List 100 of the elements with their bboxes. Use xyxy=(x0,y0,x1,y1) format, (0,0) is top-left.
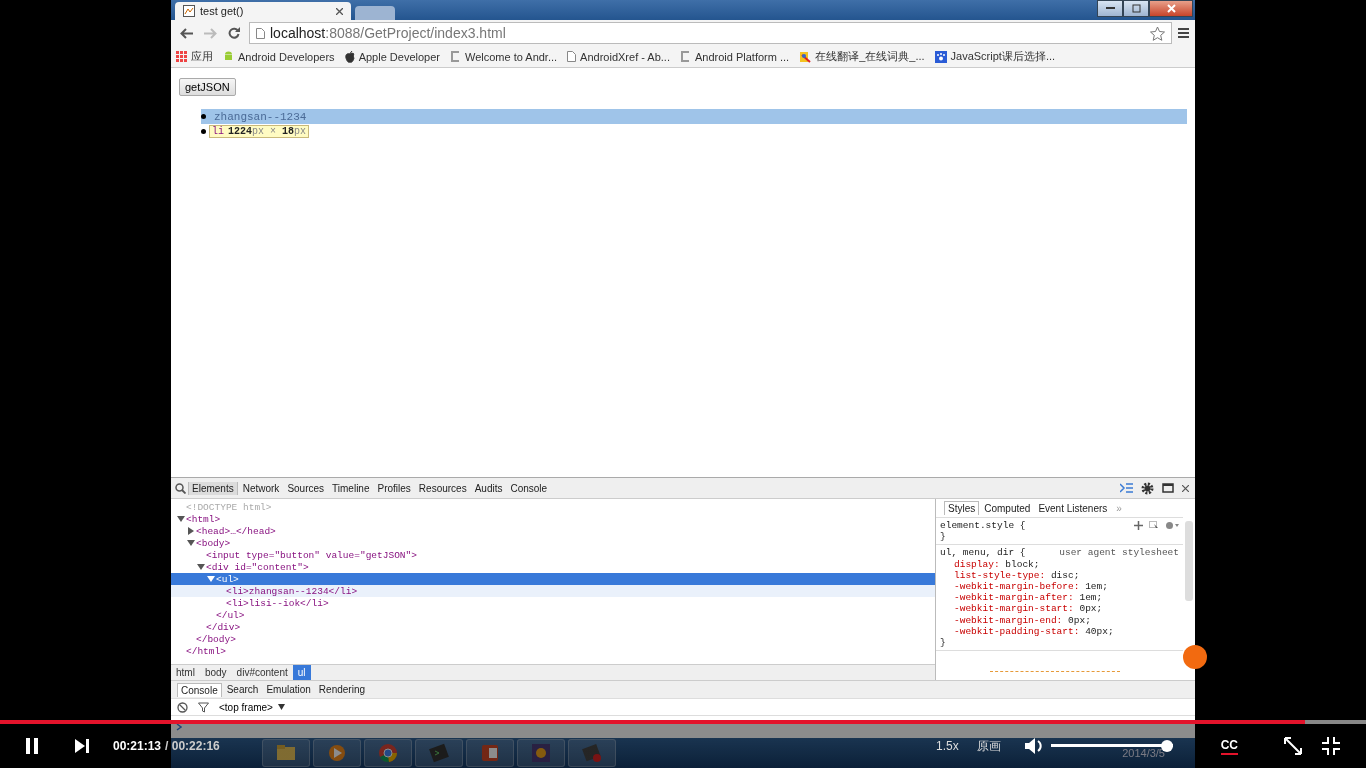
drawer-tab[interactable]: Emulation xyxy=(263,683,314,696)
styles-tab[interactable]: Event Listeners xyxy=(1035,501,1111,515)
dom-node-text: </body> xyxy=(196,633,236,645)
dom-tree-row[interactable]: <html> xyxy=(171,513,935,525)
browser-tab[interactable]: test get() xyxy=(175,2,351,20)
rule-close-brace: } xyxy=(940,531,947,543)
expanded-arrow-icon[interactable] xyxy=(197,563,205,571)
css-declaration: display: block; xyxy=(953,558,1041,570)
styles-tab[interactable]: Styles xyxy=(944,501,980,515)
devtools-tab[interactable]: Console xyxy=(507,481,551,495)
rule-origin: user agent stylesheet xyxy=(1059,547,1179,559)
scrollbar[interactable] xyxy=(1185,521,1193,601)
css-declaration: -webkit-padding-start: 40px; xyxy=(953,625,1115,638)
element-state-icon[interactable] xyxy=(1149,521,1159,531)
dom-tree-row[interactable]: <input type="button" value="getJSON"> xyxy=(171,549,935,561)
bookmark-icon xyxy=(680,51,691,62)
dom-node-text: <li>zhangsan--1234</li> xyxy=(226,585,358,597)
bookmark-link[interactable]: Welcome to Andr... xyxy=(464,50,558,63)
dock-icon[interactable] xyxy=(1162,482,1174,494)
clear-icon[interactable] xyxy=(177,701,188,713)
devtools-tab[interactable]: Elements xyxy=(188,481,238,495)
android-icon xyxy=(223,50,234,63)
css-selector: element.style { xyxy=(940,520,1026,532)
breadcrumb[interactable]: body xyxy=(199,665,232,680)
devtools-tab[interactable]: Sources xyxy=(284,481,328,495)
total-duration: / 00:22:16 xyxy=(165,739,220,753)
minimize-icon xyxy=(1105,7,1115,10)
dom-tree-row[interactable]: <div id="content"> xyxy=(171,561,935,573)
devtools-tab[interactable]: Timeline xyxy=(329,481,373,495)
css-declaration: -webkit-margin-before: 1em; xyxy=(953,581,1109,593)
captions-button[interactable]: CC xyxy=(1220,737,1238,755)
bookmark-icon xyxy=(449,51,461,62)
dom-tree-row[interactable]: <head>…</head> xyxy=(171,525,935,537)
dropdown-arrow-icon xyxy=(277,704,285,710)
css-declaration: -webkit-margin-start: 0px; xyxy=(953,603,1104,615)
menu-icon[interactable] xyxy=(1178,28,1189,38)
paw-icon xyxy=(934,50,947,63)
apple-icon xyxy=(344,50,355,63)
dom-node-text: </ul> xyxy=(216,609,245,621)
css-declaration: -webkit-margin-after: 1em; xyxy=(953,592,1104,604)
expanded-arrow-icon[interactable] xyxy=(187,539,195,547)
bookmark-link[interactable]: Android Developers xyxy=(238,50,335,63)
bookmark-link[interactable]: 应用 xyxy=(191,49,213,64)
drawer-tab[interactable]: Rendering xyxy=(315,683,368,696)
speed-button[interactable]: 1.5x xyxy=(935,739,959,753)
tag-name: li xyxy=(212,126,224,137)
page-icon xyxy=(567,51,577,62)
minimize-button[interactable] xyxy=(1097,0,1123,17)
styles-tab[interactable]: Computed xyxy=(981,501,1034,515)
bookmark-icon xyxy=(799,50,812,63)
dom-tree-row[interactable]: <body> xyxy=(171,537,935,549)
settings-icon[interactable] xyxy=(1141,481,1154,495)
css-declaration: list-style-type: disc; xyxy=(953,569,1081,581)
dom-tree-row[interactable]: <ul> xyxy=(171,573,935,585)
restore-icon xyxy=(1131,4,1141,13)
floating-button[interactable] xyxy=(1183,645,1207,669)
dom-node-text: </div> xyxy=(206,621,241,633)
dom-node-text: <ul> xyxy=(216,573,239,585)
close-icon[interactable] xyxy=(336,7,343,15)
star-icon[interactable] xyxy=(1150,25,1165,41)
get-json-button[interactable]: getJSON xyxy=(179,78,236,96)
drawer-tab[interactable]: Console xyxy=(177,682,222,697)
close-icon[interactable] xyxy=(1182,484,1189,492)
quality-button[interactable]: 原画 xyxy=(976,737,1001,755)
bookmark-link[interactable]: Android Platform ... xyxy=(695,50,790,63)
volume-icon[interactable] xyxy=(1022,735,1045,757)
search-icon[interactable] xyxy=(175,482,186,494)
expanded-arrow-icon[interactable] xyxy=(177,515,185,523)
bookmark-link[interactable]: Apple Developer xyxy=(358,50,440,63)
drawer-tab[interactable]: Search xyxy=(223,683,262,696)
devtools-tab[interactable]: Network xyxy=(239,481,283,495)
breadcrumb[interactable]: div#content xyxy=(231,665,293,680)
dom-tree-row[interactable]: <li>lisi--iok</li> xyxy=(171,597,935,609)
breadcrumb[interactable]: ul xyxy=(292,665,311,680)
page-favicon-icon xyxy=(183,5,195,17)
expand-icon[interactable] xyxy=(1282,735,1304,757)
devtools-tab[interactable]: Audits xyxy=(471,481,506,495)
devtools-tab[interactable]: Resources xyxy=(415,481,470,495)
bookmark-link[interactable]: 在线翻译_在线词典_... xyxy=(815,49,925,64)
dom-node-text: <li>lisi--iok</li> xyxy=(226,597,329,609)
exit-fullscreen-icon[interactable] xyxy=(1320,735,1342,757)
bookmark-link[interactable]: AndroidXref - Ab... xyxy=(580,50,670,63)
address-bar[interactable]: localhost:8088/GetProject/index3.html xyxy=(249,22,1172,44)
expanded-arrow-icon[interactable] xyxy=(207,575,215,583)
frame-selector[interactable]: <top frame> xyxy=(219,701,285,713)
dom-tree-row[interactable]: <li>zhangsan--1234</li> xyxy=(171,585,935,597)
devtools-tab[interactable]: Profiles xyxy=(374,481,414,495)
current-time: 00:21:13 xyxy=(113,739,162,753)
restore-button[interactable] xyxy=(1123,0,1149,17)
filter-icon[interactable] xyxy=(198,701,209,713)
dom-node-text: <div id="content"> xyxy=(206,561,309,573)
dom-node-text: <head>…</head> xyxy=(196,525,276,537)
collapsed-arrow-icon[interactable] xyxy=(187,527,195,535)
add-icon[interactable] xyxy=(1134,521,1143,531)
list-item-text: zhangsan--1234 xyxy=(214,110,307,123)
close-button[interactable] xyxy=(1149,0,1193,17)
breadcrumb[interactable]: html xyxy=(171,665,200,680)
bookmark-link[interactable]: JavaScript课后选择... xyxy=(950,49,1056,64)
console-drawer-icon[interactable] xyxy=(1120,483,1133,493)
size-text: 1224px × 18px xyxy=(228,126,307,137)
